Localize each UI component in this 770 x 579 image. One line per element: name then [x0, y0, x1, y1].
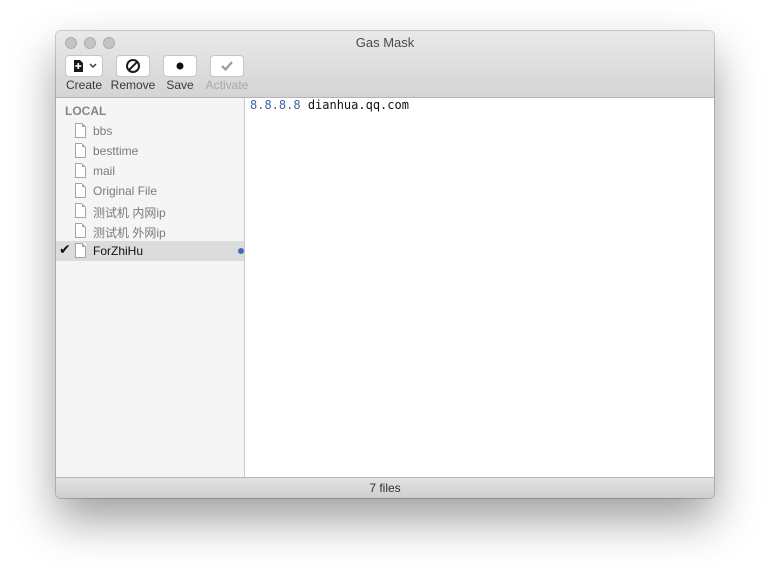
- sidebar-item-label: 测试机 外网ip: [93, 226, 166, 240]
- checkmark-icon: [221, 61, 233, 72]
- sidebar-item-forzhihu[interactable]: ✔ ForZhiHu: [56, 241, 244, 261]
- file-icon: [75, 143, 86, 158]
- file-icon: [75, 203, 86, 218]
- prohibit-icon: [126, 59, 140, 73]
- sidebar-item-label: Original File: [93, 184, 158, 198]
- section-header-local: LOCAL: [65, 104, 107, 118]
- file-icon: [75, 223, 86, 238]
- new-file-icon: [74, 60, 97, 72]
- activate-button[interactable]: [210, 55, 244, 77]
- title-bar: Gas Mask Create Remove Save Activate: [56, 31, 714, 98]
- window-title: Gas Mask: [355, 35, 415, 50]
- save-button[interactable]: [163, 55, 197, 77]
- sidebar-item-label: bbs: [93, 124, 113, 138]
- sidebar-item-label: ForZhiHu: [93, 244, 144, 258]
- sidebar-item-test-external-ip[interactable]: 测试机 外网ip: [56, 221, 244, 241]
- sidebar-item-mail[interactable]: mail: [56, 161, 244, 181]
- dot-icon: [176, 62, 184, 70]
- sidebar-item-label: mail: [93, 164, 116, 178]
- sidebar-item-label: besttime: [93, 144, 139, 158]
- hostname: dianhua.qq.com: [307, 98, 409, 112]
- remove-button[interactable]: [116, 55, 150, 77]
- file-icon: [75, 183, 86, 198]
- active-checkmark-icon: ✔: [59, 241, 71, 257]
- chevron-down-icon: [89, 63, 97, 68]
- sidebar-item-besttime[interactable]: besttime: [56, 141, 244, 161]
- hosts-editor[interactable]: 8.8.8.8 dianhua.qq.com: [245, 98, 714, 477]
- file-count: 7 files: [369, 481, 401, 495]
- create-button[interactable]: [65, 55, 103, 77]
- ip-address: 8.8.8.8: [250, 98, 301, 112]
- status-bar: 7 files: [56, 477, 714, 498]
- file-icon: [75, 243, 86, 258]
- unsaved-dot-icon: [238, 248, 244, 254]
- activate-label: Activate: [205, 78, 249, 92]
- activate-tool: Activate: [197, 55, 257, 92]
- file-icon: [75, 163, 86, 178]
- sidebar-item-test-internal-ip[interactable]: 测试机 内网ip: [56, 201, 244, 221]
- sidebar-item-bbs[interactable]: bbs: [56, 121, 244, 141]
- file-icon: [75, 123, 86, 138]
- editor-line[interactable]: 8.8.8.8 dianhua.qq.com: [250, 98, 409, 112]
- sidebar-item-label: 测试机 内网ip: [93, 206, 166, 220]
- gas-mask-window: Gas Mask Create Remove Save Activate LOC…: [56, 31, 714, 498]
- hosts-sidebar: LOCAL bbs besttime mail Original File 测试…: [56, 98, 245, 477]
- sidebar-item-original-file[interactable]: Original File: [56, 181, 244, 201]
